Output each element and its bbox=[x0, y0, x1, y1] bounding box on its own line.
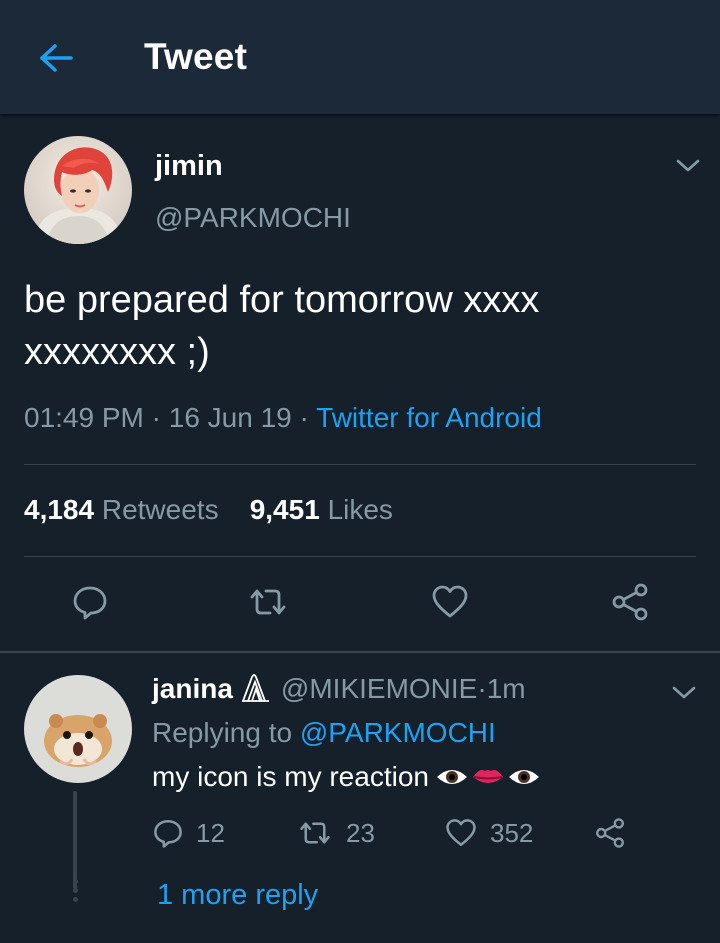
arrow-left-icon bbox=[40, 44, 73, 72]
author-handle[interactable]: @PARKMOCHI bbox=[155, 202, 351, 234]
page-title: Tweet bbox=[144, 36, 248, 77]
engagement-stats: 4,184 Retweets 9,451 Likes bbox=[24, 494, 393, 526]
reply-text-body: my icon is my reaction bbox=[152, 761, 429, 792]
likes-label: Likes bbox=[327, 494, 393, 525]
like-count: 352 bbox=[490, 817, 534, 848]
reply-menu-button[interactable] bbox=[670, 683, 698, 703]
replying-prefix: Replying to bbox=[152, 717, 293, 748]
thread-line bbox=[73, 791, 77, 889]
tweet-time: 01:49 PM bbox=[24, 402, 144, 433]
reply-header: janina @MIKIEMONIE · 1m bbox=[152, 673, 526, 705]
author-name[interactable]: jimin bbox=[155, 150, 223, 183]
retweets-label: Retweets bbox=[101, 494, 219, 525]
divider bbox=[24, 464, 696, 465]
reply-avatar[interactable] bbox=[24, 675, 132, 783]
more-replies-link[interactable]: 1 more reply bbox=[157, 879, 318, 912]
profile-photo bbox=[24, 136, 132, 244]
thread-dots bbox=[71, 879, 79, 906]
reply-like-button[interactable]: 352 bbox=[444, 817, 533, 849]
chevron-down-icon bbox=[672, 686, 696, 699]
heart-icon bbox=[446, 819, 476, 847]
share-button[interactable] bbox=[608, 580, 652, 624]
reply-icon bbox=[73, 586, 107, 620]
lips-icon bbox=[471, 765, 505, 789]
meta-separator: · bbox=[143, 402, 169, 433]
retweets-count: 4,184 bbox=[24, 494, 95, 525]
share-icon bbox=[596, 818, 624, 848]
tweet-meta: 01:49 PM · 16 Jun 19 · Twitter for Andro… bbox=[24, 402, 542, 434]
share-icon bbox=[612, 583, 648, 621]
tweet-source-link[interactable]: Twitter for Android bbox=[316, 402, 542, 433]
eye-icon bbox=[435, 765, 469, 789]
retweet-icon bbox=[250, 589, 286, 615]
likes-stat[interactable]: 9,451 Likes bbox=[250, 494, 393, 525]
reply-tweet[interactable]: janina @MIKIEMONIE · 1m Replying to @PAR… bbox=[0, 653, 720, 943]
retweet-icon bbox=[300, 822, 330, 844]
meta-separator: · bbox=[291, 402, 317, 433]
app-header: Tweet bbox=[0, 0, 720, 114]
hamster-photo bbox=[24, 675, 132, 783]
back-button[interactable] bbox=[36, 38, 76, 78]
retweets-stat[interactable]: 4,184 Retweets bbox=[24, 494, 219, 525]
replying-to: Replying to @PARKMOCHI bbox=[152, 717, 496, 749]
reply-count: 12 bbox=[196, 817, 225, 848]
paperclip-icon bbox=[241, 674, 269, 702]
like-button[interactable] bbox=[428, 580, 472, 624]
likes-count: 9,451 bbox=[249, 494, 320, 525]
tweet-menu-button[interactable] bbox=[674, 156, 702, 176]
reply-text: my icon is my reaction bbox=[152, 761, 541, 793]
reply-button[interactable] bbox=[68, 580, 112, 624]
tweet-text-line: xxxxxxxx ;) bbox=[24, 331, 210, 373]
tweet-date: 16 Jun 19 bbox=[168, 402, 292, 433]
retweet-count: 23 bbox=[346, 817, 375, 848]
replying-mention[interactable]: @PARKMOCHI bbox=[300, 717, 496, 748]
reply-author-name[interactable]: janina bbox=[152, 673, 233, 705]
reply-share-button[interactable] bbox=[594, 817, 638, 849]
avatar[interactable] bbox=[24, 136, 132, 244]
eye-icon bbox=[507, 765, 541, 789]
reply-icon bbox=[154, 819, 182, 848]
reply-time: 1m bbox=[486, 673, 526, 704]
heart-icon bbox=[432, 585, 468, 618]
tweet-text-line: be prepared for tomorrow xxxx bbox=[24, 279, 540, 321]
meta-separator: · bbox=[477, 673, 487, 704]
reply-actions: 12 23 352 bbox=[152, 817, 672, 857]
reply-author-handle[interactable]: @MIKIEMONIE bbox=[281, 673, 477, 705]
tweet-text: be prepared for tomorrow xxxx xxxxxxxx ;… bbox=[24, 274, 684, 378]
divider bbox=[24, 556, 696, 557]
reply-retweet-button[interactable]: 23 bbox=[296, 817, 375, 849]
reply-reply-button[interactable]: 12 bbox=[152, 817, 225, 849]
chevron-down-icon bbox=[676, 159, 700, 172]
retweet-button[interactable] bbox=[246, 580, 290, 624]
